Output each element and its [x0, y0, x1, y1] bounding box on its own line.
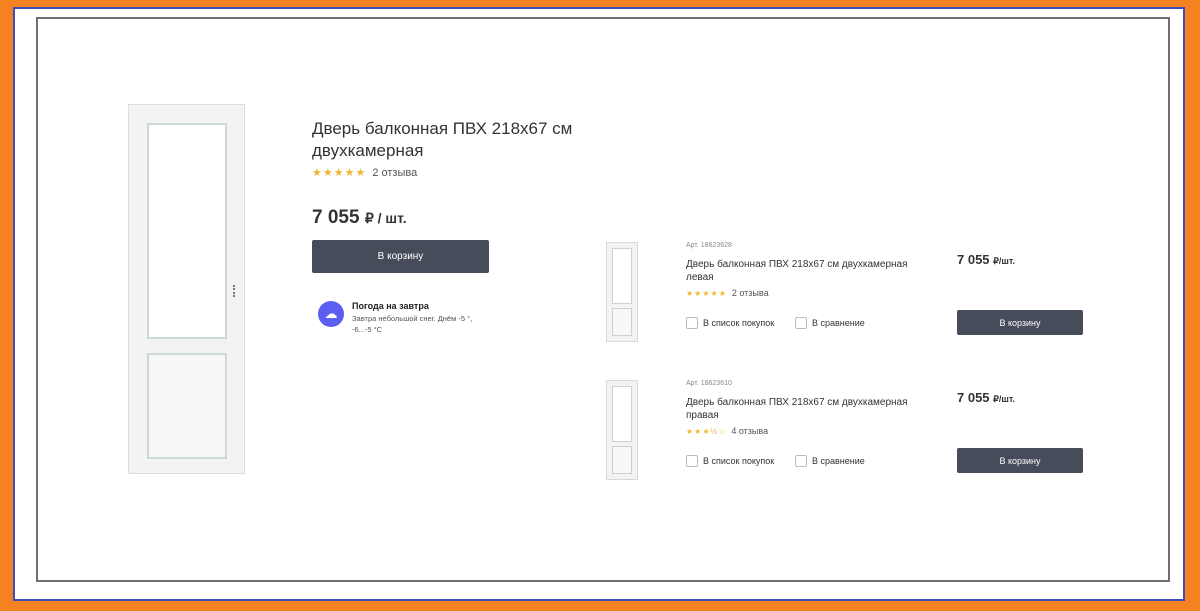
variant-title[interactable]: Дверь балконная ПВХ 218x67 см двухкамерн…	[686, 258, 936, 284]
variant-rating[interactable]: ★★★½☆ 4 отзыва	[686, 426, 768, 436]
product-rating[interactable]: ★★★★★ 2 отзыва	[312, 166, 417, 180]
price-unit: ₽ / шт.	[364, 210, 407, 226]
weather-text: Завтра небольшой снег. Днём -5 °, -6...-…	[352, 314, 473, 334]
door-glass	[612, 248, 632, 304]
price-unit: ₽/шт.	[993, 394, 1016, 404]
price-value: 7 055	[312, 207, 360, 228]
product-image[interactable]	[128, 104, 245, 474]
door-panel	[612, 446, 632, 474]
rating-stars-icon: ★★★½☆	[686, 426, 727, 436]
door-panel	[612, 308, 632, 336]
variant-image[interactable]	[606, 242, 638, 342]
compare-label: В сравнение	[812, 456, 865, 466]
rating-stars-icon: ★★★★★	[686, 288, 727, 298]
checkbox-icon	[686, 317, 698, 329]
shopping-list-label: В список покупок	[703, 456, 775, 466]
snow-cloud-icon: ☁	[318, 301, 344, 327]
variant-price: 7 055 ₽/шт.	[957, 252, 1015, 267]
weather-title: Погода на завтра	[352, 301, 429, 311]
door-panel	[147, 353, 227, 459]
price-unit: ₽/шт.	[993, 256, 1016, 266]
rating-stars-icon: ★★★★★	[312, 167, 367, 179]
reviews-link[interactable]: 4 отзыва	[731, 426, 768, 436]
checkbox-icon	[686, 455, 698, 467]
shopping-list-checkbox[interactable]: В список покупок	[686, 317, 774, 329]
variant-price: 7 055 ₽/шт.	[957, 390, 1015, 405]
add-to-cart-button[interactable]: В корзину	[957, 310, 1083, 335]
variant-title[interactable]: Дверь балконная ПВХ 218x67 см двухкамерн…	[686, 396, 936, 422]
variant-rating[interactable]: ★★★★★ 2 отзыва	[686, 288, 769, 298]
compare-checkbox[interactable]: В сравнение	[795, 455, 865, 467]
variant-article: Арт. 18623610	[686, 380, 732, 387]
variant-item: Арт. 18623628 Дверь балконная ПВХ 218x67…	[606, 242, 1086, 342]
reviews-link[interactable]: 2 отзыва	[732, 288, 769, 298]
checkbox-icon	[795, 317, 807, 329]
add-to-cart-button[interactable]: В корзину	[957, 448, 1083, 473]
product-title: Дверь балконная ПВХ 218x67 см двухкамерн…	[312, 119, 573, 160]
door-glass	[147, 123, 227, 339]
compare-label: В сравнение	[812, 318, 865, 328]
product-price: 7 055 ₽ / шт.	[312, 207, 407, 229]
door-handle	[233, 285, 238, 297]
shopping-list-checkbox[interactable]: В список покупок	[686, 455, 774, 467]
weather-widget: ☁ Погода на завтра Завтра небольшой снег…	[318, 301, 492, 335]
price-value: 7 055	[957, 252, 990, 267]
variant-item: Арт. 18623610 Дверь балконная ПВХ 218x67…	[606, 380, 1086, 480]
reviews-link[interactable]: 2 отзыва	[372, 167, 417, 179]
compare-checkbox[interactable]: В сравнение	[795, 317, 865, 329]
variant-image[interactable]	[606, 380, 638, 480]
variant-article: Арт. 18623628	[686, 242, 732, 249]
door-glass	[612, 386, 632, 442]
shopping-list-label: В список покупок	[703, 318, 775, 328]
checkbox-icon	[795, 455, 807, 467]
add-to-cart-button[interactable]: В корзину	[312, 240, 489, 273]
price-value: 7 055	[957, 390, 990, 405]
